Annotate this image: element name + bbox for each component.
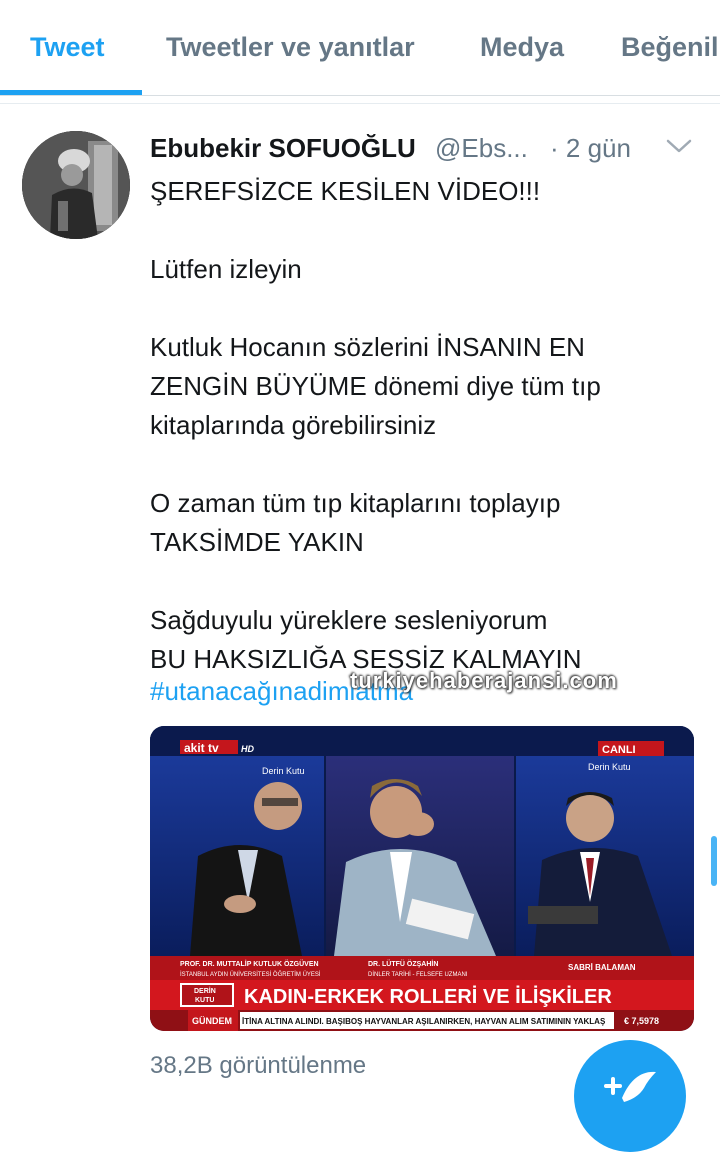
tab-media[interactable]: Medya — [480, 32, 564, 63]
avatar-image — [22, 131, 130, 239]
tweet-line: Kutluk Hocanın sözlerini İNSANIN EN — [150, 332, 585, 362]
tweet-header: Ebubekir SOFUOĞLU @Ebs... · 2 gün — [150, 131, 695, 171]
tweet-line: Lütfen izleyin — [150, 254, 302, 284]
tweet-line — [150, 445, 710, 484]
tweet-line: Sağduyulu yüreklere sesleniyorum — [150, 605, 548, 635]
show-name-right: Derin Kutu — [588, 762, 631, 772]
ticker-text: İTİNA ALTINA ALINDI. BAŞIBOŞ HAYVANLAR A… — [242, 1017, 606, 1026]
ticker-label: GÜNDEM — [192, 1016, 232, 1026]
tweet-line — [150, 562, 710, 601]
tweet-line: kitaplarında görebilirsiniz — [150, 410, 437, 440]
tweet-line: TAKSİMDE YAKIN — [150, 527, 364, 557]
video-frame: akit tv HD CANLI Derin Kutu Derin Kutu P… — [150, 726, 694, 1031]
guest1-name: PROF. DR. MUTTALİP KUTLUK ÖZGÜVEN — [180, 959, 319, 968]
watermark: turkiyehaberajansi.com — [350, 668, 618, 693]
hd-badge: HD — [241, 744, 254, 754]
compose-tweet-button[interactable] — [574, 1040, 686, 1152]
euro-rate: € 7,5978 — [624, 1016, 659, 1026]
scrollbar[interactable] — [711, 836, 717, 886]
tab-tweets[interactable]: Tweet — [30, 32, 105, 63]
tweet-time[interactable]: · 2 gün — [550, 133, 631, 164]
divider — [0, 103, 720, 104]
headline: KADIN-ERKEK ROLLERİ VE İLİŞKİLER — [244, 985, 612, 1008]
guest2-title: DİNLER TARİHİ - FELSEFE UZMANI — [368, 971, 468, 978]
tab-tweets-and-replies[interactable]: Tweetler ve yanıtlar — [166, 32, 415, 63]
author-name[interactable]: Ebubekir SOFUOĞLU — [150, 133, 416, 164]
profile-tabs: Tweet Tweetler ve yanıtlar Medya Beğenil — [0, 0, 720, 104]
tweet-line: ŞEREFSİZCE KESİLEN VİDEO!!! — [150, 176, 541, 206]
tweet-line: O zaman tüm tıp kitaplarını toplayıp — [150, 488, 561, 518]
tabs-divider — [0, 95, 720, 96]
live-badge: CANLI — [602, 744, 636, 756]
show-name-left: Derin Kutu — [262, 766, 305, 776]
author-handle[interactable]: @Ebs... — [435, 133, 528, 164]
avatar[interactable] — [22, 131, 130, 239]
tweet-line: ZENGİN BÜYÜME dönemi diye tüm tıp — [150, 371, 601, 401]
guest2-name: DR. LÜTFÜ ÖZŞAHİN — [368, 959, 438, 968]
box-line2: KUTU — [195, 997, 214, 1004]
channel-logo: akit tv — [184, 741, 219, 755]
video-thumbnail[interactable]: akit tv HD CANLI Derin Kutu Derin Kutu P… — [150, 726, 694, 1031]
tab-likes[interactable]: Beğenil — [621, 32, 719, 63]
compose-tweet-icon — [604, 1071, 656, 1102]
view-count: 38,2B görüntülenme — [150, 1052, 367, 1079]
chevron-down-icon[interactable] — [665, 135, 693, 157]
box-line1: DERİN — [194, 987, 216, 995]
guest1-title: İSTANBUL AYDIN ÜNİVERSİTESİ ÖĞRETİM ÜYES… — [180, 971, 321, 978]
host-name: SABRİ BALAMAN — [568, 963, 636, 972]
tweet-line — [150, 211, 710, 250]
tweet-text: ŞEREFSİZCE KESİLEN VİDEO!!! Lütfen izley… — [150, 172, 710, 679]
tweet-line — [150, 289, 710, 328]
